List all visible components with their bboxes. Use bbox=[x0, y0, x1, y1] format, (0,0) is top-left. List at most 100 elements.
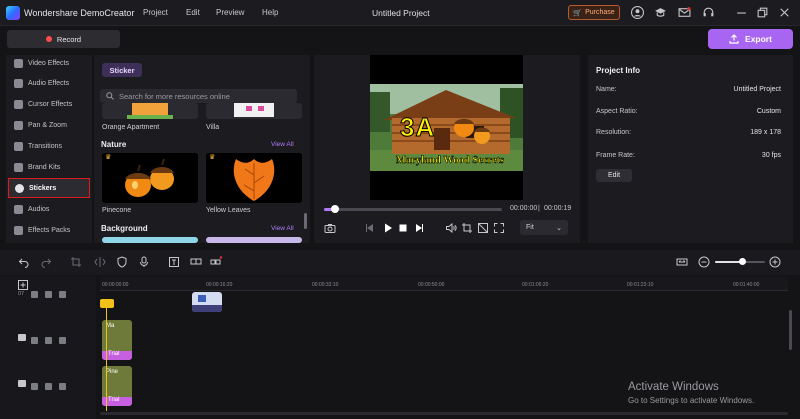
fit-dropdown[interactable]: Fit ⌄ bbox=[520, 220, 568, 235]
search-icon bbox=[106, 92, 114, 100]
image-clip[interactable] bbox=[192, 292, 222, 312]
play-icon[interactable] bbox=[382, 222, 394, 234]
clip-label: Ma bbox=[106, 323, 115, 329]
speaker-icon[interactable] bbox=[59, 290, 67, 298]
sidebar-item-pan-zoom[interactable]: Pan & Zoom bbox=[8, 115, 90, 135]
sidebar-item-label: Stickers bbox=[29, 184, 57, 192]
frame-rate-value: 30 fps bbox=[761, 152, 781, 159]
microphone-icon[interactable] bbox=[138, 256, 150, 268]
fit-label: Fit bbox=[526, 224, 534, 231]
speaker-icon[interactable] bbox=[59, 336, 67, 344]
sticker-panel-scrollbar[interactable] bbox=[304, 213, 307, 229]
cursor-effects-icon bbox=[14, 99, 23, 109]
nature-view-all-link[interactable]: View All bbox=[271, 141, 294, 148]
group-clips-icon[interactable] bbox=[190, 256, 202, 268]
ruler-label: 00:01:40:00 bbox=[733, 282, 760, 288]
total-time: 00:00:19 bbox=[544, 205, 572, 212]
audios-icon bbox=[14, 204, 23, 214]
clip-label: Pine bbox=[106, 369, 119, 375]
zoom-out-icon[interactable] bbox=[698, 256, 710, 268]
sidebar-item-video-effects[interactable]: Video Effects bbox=[8, 53, 90, 73]
yellow-leaves-thumbnail[interactable]: ♛ bbox=[206, 153, 302, 203]
restore-icon[interactable] bbox=[756, 6, 769, 19]
preview-scrubber-handle[interactable] bbox=[330, 205, 339, 213]
preview-panel: 3A Maryland Wood Secrets 00:00:00 | 00:0… bbox=[314, 55, 580, 243]
timeline-horizontal-scrollbar[interactable] bbox=[100, 412, 788, 415]
background-thumbnail-1[interactable] bbox=[102, 237, 198, 243]
sidebar-item-label: Brand Kits bbox=[28, 163, 61, 171]
sidebar-item-brand-kits[interactable]: Brand Kits bbox=[8, 157, 90, 177]
zoom-slider-handle[interactable] bbox=[739, 258, 746, 265]
sidebar-item-effects-packs[interactable]: Effects Packs bbox=[8, 220, 90, 240]
purchase-button[interactable]: 🛒 Purchase bbox=[568, 5, 620, 20]
pinecone-thumbnail[interactable]: ♛ bbox=[102, 153, 198, 203]
aspect-ratio-label: Aspect Ratio: bbox=[596, 108, 638, 115]
lock-icon[interactable] bbox=[31, 336, 39, 344]
close-icon[interactable] bbox=[778, 6, 791, 19]
orange-apartment-thumbnail[interactable] bbox=[102, 103, 198, 119]
crop-frame-icon[interactable] bbox=[461, 222, 473, 234]
speaker-icon[interactable] bbox=[59, 382, 67, 390]
record-label: Record bbox=[56, 34, 82, 44]
menu-project[interactable]: Project bbox=[143, 8, 168, 17]
sidebar-item-label: Audio Effects bbox=[28, 79, 70, 87]
sticker-search-input[interactable]: Search for more resources online bbox=[100, 89, 297, 103]
zoom-in-icon[interactable] bbox=[769, 256, 781, 268]
account-icon[interactable] bbox=[631, 6, 644, 19]
fit-timeline-icon[interactable] bbox=[676, 256, 688, 268]
next-frame-icon[interactable] bbox=[413, 222, 425, 234]
multi-clip-icon[interactable] bbox=[210, 256, 222, 268]
video-track-icon bbox=[18, 334, 26, 341]
background-thumbnail-2[interactable] bbox=[206, 237, 302, 243]
orange-apartment-caption: Orange Apartment bbox=[102, 124, 160, 131]
fullscreen-icon[interactable] bbox=[493, 222, 505, 234]
villa-thumbnail[interactable] bbox=[206, 103, 302, 119]
split-icon[interactable] bbox=[94, 256, 106, 268]
menu-help[interactable]: Help bbox=[262, 8, 278, 17]
menu-preview[interactable]: Preview bbox=[216, 8, 244, 17]
sidebar-item-cursor-effects[interactable]: Cursor Effects bbox=[8, 94, 90, 114]
name-label: Name: bbox=[596, 86, 617, 93]
sidebar-item-audios[interactable]: Audios bbox=[8, 199, 90, 219]
safe-zone-icon[interactable] bbox=[477, 222, 489, 234]
sidebar-item-transitions[interactable]: Transitions bbox=[8, 136, 90, 156]
eye-icon[interactable] bbox=[45, 336, 53, 344]
premium-crown-icon: ♛ bbox=[105, 154, 112, 161]
mail-icon[interactable] bbox=[678, 6, 691, 19]
lock-icon[interactable] bbox=[31, 290, 39, 298]
snapshot-camera-icon[interactable] bbox=[324, 222, 336, 234]
eye-icon[interactable] bbox=[45, 382, 53, 390]
crop-icon[interactable] bbox=[70, 256, 82, 268]
previous-frame-icon[interactable] bbox=[364, 222, 376, 234]
sidebar-item-audio-effects[interactable]: Audio Effects bbox=[8, 73, 90, 93]
undo-icon[interactable] bbox=[18, 256, 30, 268]
playhead-handle[interactable] bbox=[100, 299, 114, 308]
menu-edit[interactable]: Edit bbox=[186, 8, 200, 17]
sidebar-item-stickers[interactable]: Stickers bbox=[8, 178, 90, 198]
mark-shield-icon[interactable] bbox=[116, 256, 128, 268]
export-button[interactable]: Export bbox=[708, 29, 793, 49]
edit-project-button[interactable]: Edit bbox=[596, 169, 632, 182]
sticker-tag[interactable]: Sticker bbox=[102, 63, 142, 77]
tutorial-icon[interactable] bbox=[654, 6, 667, 19]
stop-icon[interactable] bbox=[397, 222, 409, 234]
brand-kits-icon bbox=[14, 162, 23, 172]
overlay-caption-text: Maryland Wood Secrets bbox=[396, 155, 505, 167]
timeline-vertical-scrollbar[interactable] bbox=[789, 310, 792, 350]
text-caption-icon[interactable] bbox=[168, 256, 180, 268]
nature-section-title: Nature bbox=[101, 140, 127, 149]
record-button[interactable]: Record bbox=[7, 30, 120, 48]
pinecone-caption: Pinecone bbox=[102, 207, 132, 214]
yellow-leaves-caption: Yellow Leaves bbox=[206, 207, 251, 214]
preview-scrubber-track[interactable] bbox=[324, 208, 502, 211]
resolution-label: Resolution: bbox=[596, 129, 632, 136]
redo-icon[interactable] bbox=[40, 256, 52, 268]
support-icon[interactable] bbox=[702, 6, 715, 19]
eye-icon[interactable] bbox=[45, 290, 53, 298]
background-view-all-link[interactable]: View All bbox=[271, 225, 294, 232]
ruler-label: 00:00:33:10 bbox=[312, 282, 339, 288]
volume-icon[interactable] bbox=[445, 222, 457, 234]
lock-icon[interactable] bbox=[31, 382, 39, 390]
activate-windows-subtitle: Go to Settings to activate Windows. bbox=[628, 396, 755, 405]
minimize-icon[interactable] bbox=[735, 6, 748, 19]
